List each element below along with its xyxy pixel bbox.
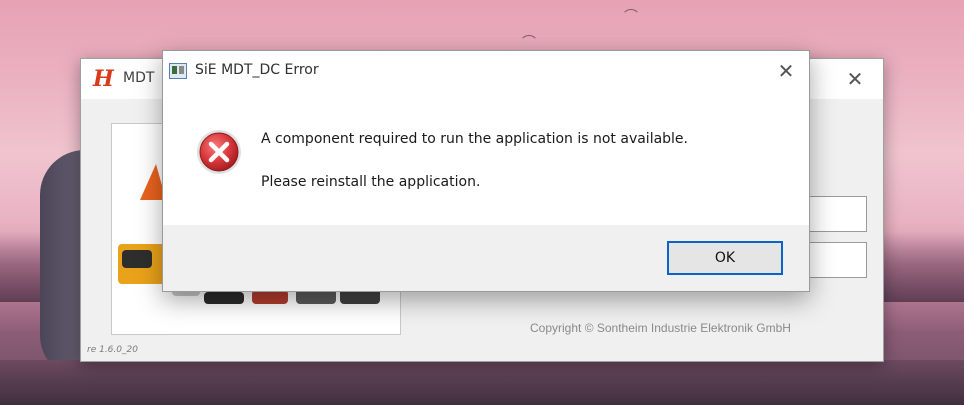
app-logo-icon: H xyxy=(93,66,114,92)
vehicle-window xyxy=(122,250,152,268)
main-input-field[interactable] xyxy=(805,196,867,232)
error-dialog: SiE MDT_DC Error ✕ A component required … xyxy=(162,50,810,292)
vehicle-red xyxy=(252,290,288,304)
error-message: A component required to run the applicat… xyxy=(261,131,688,147)
version-text: re 1.6.0_20 xyxy=(87,345,138,355)
close-icon: ✕ xyxy=(846,67,864,91)
error-instruction: Please reinstall the application. xyxy=(261,174,481,190)
main-input-field[interactable] xyxy=(805,242,867,278)
bird-icon: ⌒ xyxy=(624,9,638,25)
dialog-footer: OK xyxy=(163,225,809,291)
vehicle-dark xyxy=(204,292,244,304)
copyright-text: Copyright © Sontheim Industrie Elektroni… xyxy=(530,321,791,335)
app-window-icon xyxy=(169,63,187,79)
close-icon: ✕ xyxy=(777,59,795,83)
error-icon xyxy=(197,130,241,174)
main-close-button[interactable]: ✕ xyxy=(827,59,883,99)
dialog-close-button[interactable]: ✕ xyxy=(763,51,809,91)
dialog-title: SiE MDT_DC Error xyxy=(195,62,319,78)
bird-icon: ⌒ xyxy=(522,35,536,51)
dialog-titlebar: SiE MDT_DC Error ✕ xyxy=(163,51,809,91)
main-window-title: MDT xyxy=(123,70,155,86)
ok-button[interactable]: OK xyxy=(667,241,783,275)
wallpaper-road xyxy=(0,360,964,405)
